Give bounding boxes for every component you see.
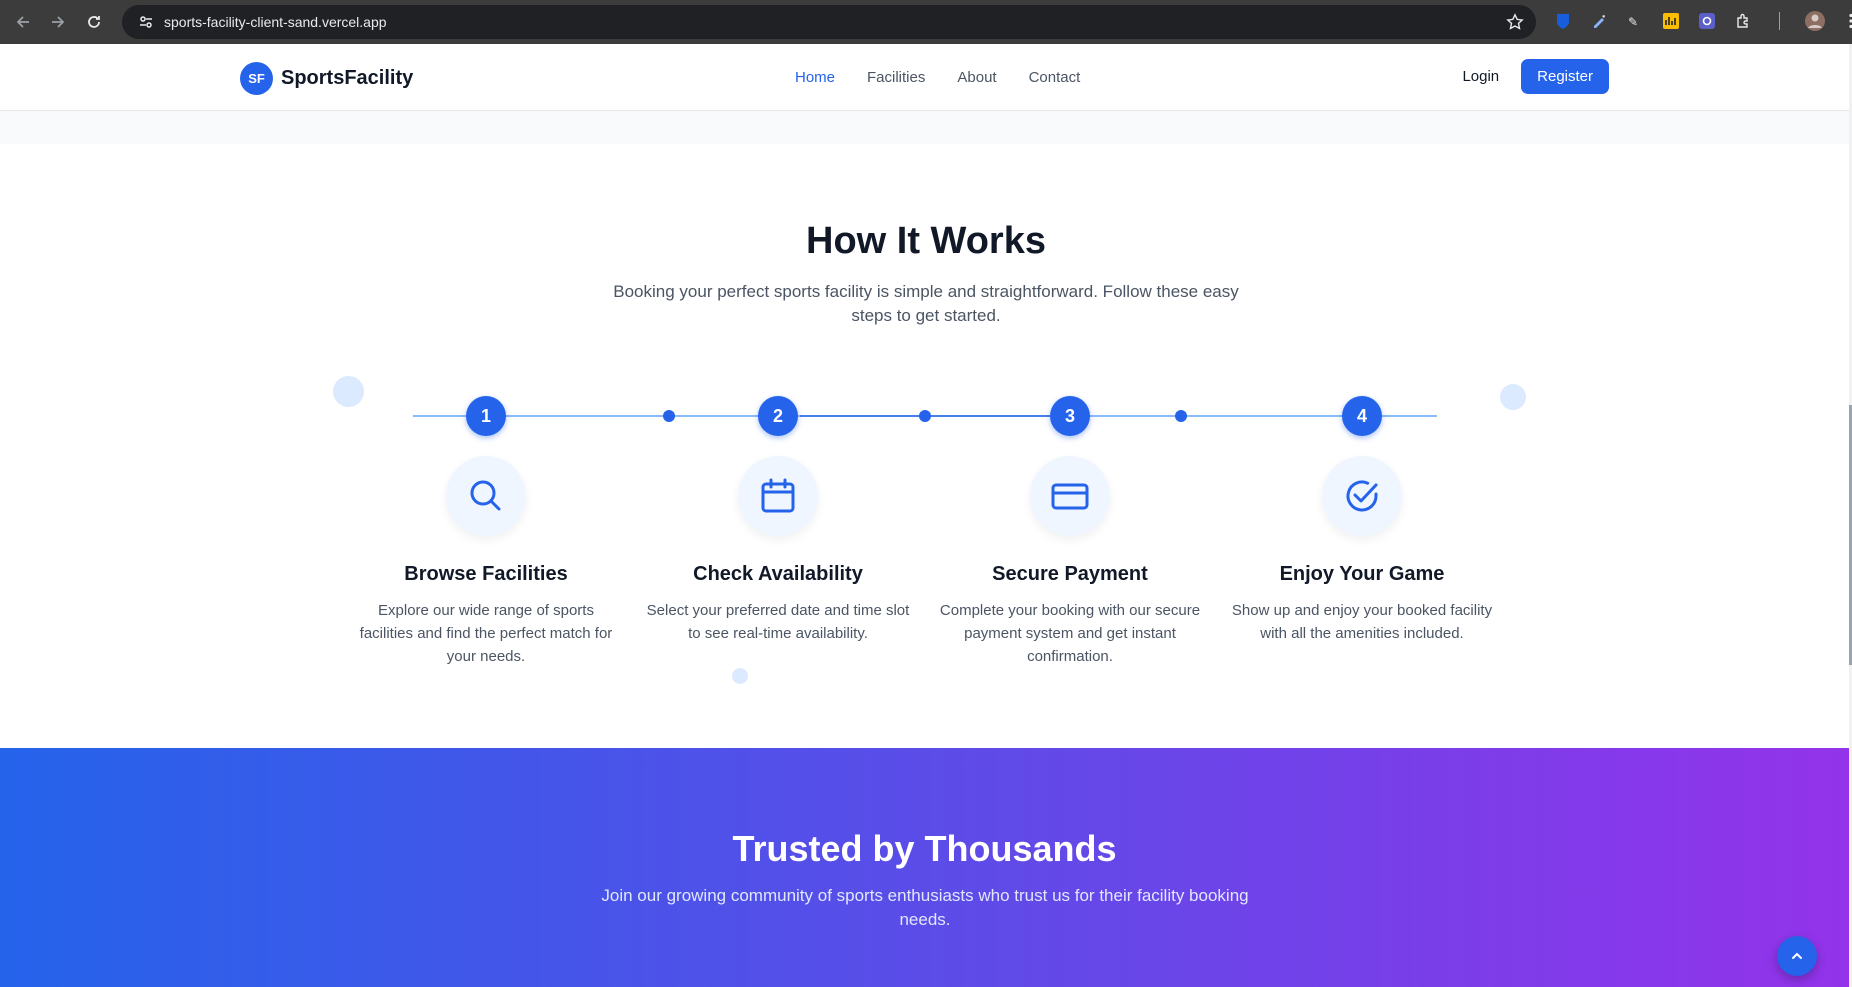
step-title: Secure Payment (992, 563, 1148, 585)
site-info-icon[interactable] (130, 14, 162, 30)
decorative-dot (732, 668, 748, 684)
search-icon (470, 480, 501, 511)
forward-icon[interactable] (41, 5, 75, 39)
check-circle-icon (1346, 480, 1378, 512)
step-title: Check Availability (693, 563, 863, 585)
nav-home[interactable]: Home (795, 69, 835, 86)
toolbar-divider (1766, 6, 1792, 36)
step-icon-badge (1030, 456, 1110, 536)
step-number-1: 1 (466, 396, 506, 436)
brand-logo: SF (240, 62, 273, 95)
settings-extension-icon[interactable] (1694, 6, 1720, 36)
back-icon[interactable] (6, 5, 40, 39)
timeline-dot (919, 410, 931, 422)
profile-icon[interactable] (1802, 6, 1828, 36)
trusted-section: Trusted by Thousands Join our growing co… (0, 748, 1849, 987)
translate-extension-icon[interactable]: ✎ (1622, 6, 1648, 36)
brand-home-link[interactable]: SF SportsFacility (240, 62, 413, 95)
step-title: Browse Facilities (404, 563, 568, 585)
step-icon-badge (446, 456, 526, 536)
scroll-to-top-button[interactable] (1777, 936, 1817, 976)
analytics-extension-icon[interactable] (1658, 6, 1684, 36)
browser-toolbar: sports-facility-client-sand.vercel.app ✎ (0, 0, 1852, 44)
step-description: Select your preferred date and time slot… (646, 602, 910, 642)
timeline-dot (1175, 410, 1187, 422)
step-description: Complete your booking with our secure pa… (939, 602, 1201, 665)
nav-contact[interactable]: Contact (1029, 69, 1081, 86)
step-number-2: 2 (758, 396, 798, 436)
how-it-works-title: How It Works (806, 220, 1046, 262)
step-title: Enjoy Your Game (1279, 563, 1445, 585)
brand-name: SportsFacility (281, 67, 414, 89)
address-bar[interactable]: sports-facility-client-sand.vercel.app (122, 5, 1536, 39)
calendar-icon (761, 478, 795, 513)
menu-icon[interactable] (1838, 6, 1852, 36)
register-button[interactable]: Register (1521, 59, 1609, 94)
url-text[interactable]: sports-facility-client-sand.vercel.app (164, 14, 387, 30)
step-icon-badge (738, 456, 818, 536)
extensions-icon[interactable] (1730, 6, 1756, 36)
svg-text:✎: ✎ (1628, 15, 1638, 29)
credit-card-icon (1051, 483, 1089, 510)
login-button[interactable]: Login (1462, 68, 1499, 85)
timeline-dot (663, 410, 675, 422)
nav-about[interactable]: About (957, 69, 996, 86)
trusted-title: Trusted by Thousands (732, 828, 1117, 869)
bookmark-star-icon[interactable] (1506, 13, 1524, 36)
site-header: SF SportsFacility Home Facilities About … (0, 44, 1852, 111)
reload-icon[interactable] (77, 5, 111, 39)
bitwarden-extension-icon[interactable] (1550, 6, 1576, 36)
step-number-4: 4 (1342, 396, 1382, 436)
how-it-works-subtitle: Booking your perfect sports facility is … (613, 282, 1239, 325)
section-divider-band (0, 111, 1852, 144)
step-description: Explore our wide range of sports facilit… (359, 602, 613, 665)
main-nav: Home Facilities About Contact (795, 69, 1080, 86)
trusted-subtitle: Join our growing community of sports ent… (601, 886, 1249, 929)
step-icon-badge (1322, 456, 1402, 536)
chevron-up-icon (1792, 952, 1802, 959)
step-description: Show up and enjoy your booked facility w… (1231, 602, 1493, 642)
step-number-3: 3 (1050, 396, 1090, 436)
nav-facilities[interactable]: Facilities (867, 69, 925, 86)
color-picker-extension-icon[interactable] (1586, 6, 1612, 36)
